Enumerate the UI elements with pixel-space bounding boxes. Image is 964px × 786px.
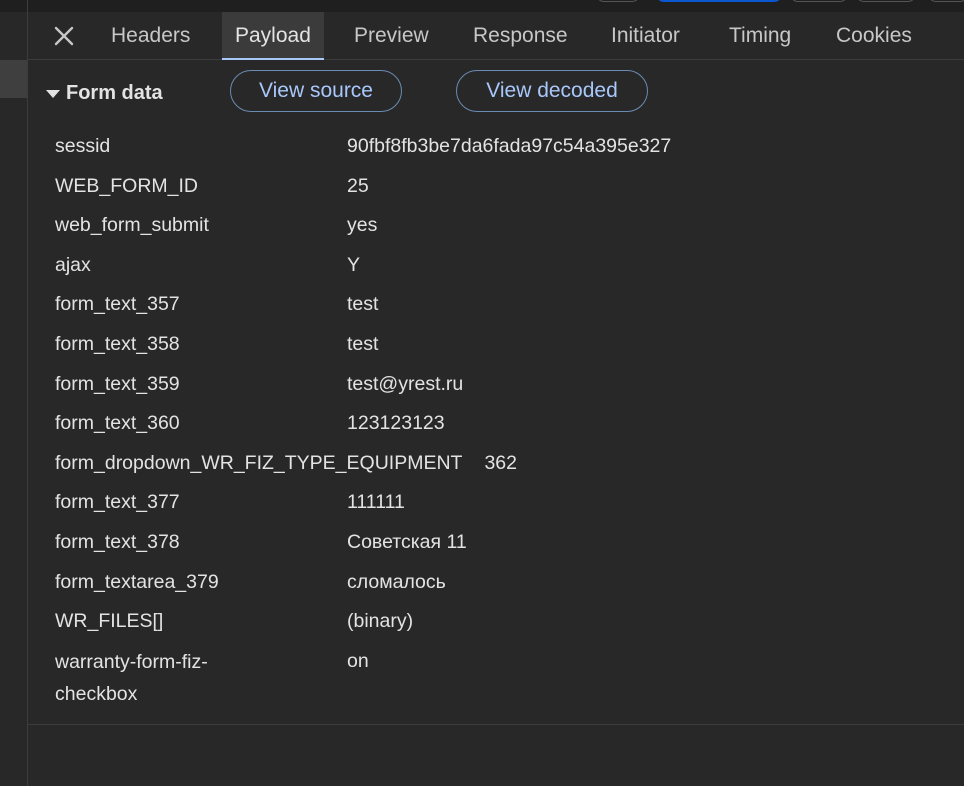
devtools-window: Headers Payload Preview Response Initiat… bbox=[0, 0, 964, 786]
param-key: WR_FILES[] bbox=[55, 610, 164, 633]
tab-preview[interactable]: Preview bbox=[354, 12, 429, 59]
view-decoded-button[interactable]: View decoded bbox=[456, 70, 648, 112]
param-key: ajax bbox=[55, 253, 91, 276]
param-key: WEB_FORM_ID bbox=[55, 174, 199, 197]
param-value: test bbox=[347, 332, 379, 355]
param-key: form_text_357 bbox=[55, 293, 180, 316]
param-key: web_form_submit bbox=[55, 214, 209, 237]
request-list-header bbox=[0, 0, 27, 12]
form-data-row: form_text_378 Советская 11 bbox=[55, 523, 955, 563]
param-key: warranty-form-fiz-checkbox bbox=[55, 650, 208, 705]
tab-headers[interactable]: Headers bbox=[111, 12, 190, 59]
param-key: form_text_377 bbox=[55, 491, 180, 514]
form-data-row: form_text_359 test@yrest.ru bbox=[55, 365, 955, 405]
param-key: form_text_359 bbox=[55, 372, 180, 395]
param-value: test@yrest.ru bbox=[347, 372, 464, 395]
form-data-row: form_text_358 test bbox=[55, 325, 955, 365]
toolbar-button[interactable] bbox=[596, 0, 640, 2]
request-list-strip bbox=[0, 0, 28, 786]
param-key: form_text_378 bbox=[55, 530, 180, 553]
form-data-row: WR_FILES[] (binary) bbox=[55, 602, 955, 642]
tab-timing[interactable]: Timing bbox=[729, 12, 791, 59]
toolbar-button[interactable] bbox=[856, 0, 916, 2]
param-key: form_text_360 bbox=[55, 412, 180, 435]
form-data-row: sessid 90fbf8fb3be7da6fada97c54a395e327 bbox=[55, 127, 955, 167]
view-source-button[interactable]: View source bbox=[230, 70, 402, 112]
form-data-row: ajax Y bbox=[55, 246, 955, 286]
tab-initiator[interactable]: Initiator bbox=[611, 12, 680, 59]
caret-down-icon[interactable] bbox=[46, 90, 60, 98]
param-value: 90fbf8fb3be7da6fada97c54a395e327 bbox=[347, 135, 672, 157]
param-key: form_dropdown_WR_FIZ_TYPE_EQUIPMENT bbox=[55, 451, 463, 474]
form-data-row: warranty-form-fiz-checkbox on bbox=[55, 642, 955, 710]
toolbar-button[interactable] bbox=[928, 0, 964, 2]
section-title: Form data bbox=[66, 81, 163, 104]
form-data-row: form_dropdown_WR_FIZ_TYPE_EQUIPMENT 362 bbox=[55, 444, 955, 484]
param-value: test bbox=[347, 293, 379, 316]
param-value: Y bbox=[347, 253, 361, 276]
param-value: on bbox=[347, 649, 369, 672]
param-value: 123123123 bbox=[347, 412, 445, 435]
param-key: form_textarea_379 bbox=[55, 570, 219, 593]
toolbar-button[interactable] bbox=[790, 0, 848, 2]
param-key: sessid bbox=[55, 135, 111, 157]
form-data-list: sessid 90fbf8fb3be7da6fada97c54a395e327 … bbox=[55, 127, 955, 710]
param-value: (binary) bbox=[347, 610, 414, 633]
close-icon[interactable] bbox=[52, 24, 76, 48]
form-data-section-header[interactable]: Form data bbox=[46, 78, 163, 108]
details-tab-bar: Headers Payload Preview Response Initiat… bbox=[28, 12, 964, 60]
tab-cookies[interactable]: Cookies bbox=[836, 12, 912, 59]
form-data-row: form_text_360 123123123 bbox=[55, 404, 955, 444]
toolbar-primary-button[interactable] bbox=[656, 0, 782, 2]
tab-payload[interactable]: Payload bbox=[222, 12, 324, 60]
section-divider bbox=[28, 724, 964, 725]
browser-chrome-sliver bbox=[0, 0, 964, 12]
param-value: yes bbox=[347, 214, 378, 237]
tab-response[interactable]: Response bbox=[473, 12, 568, 59]
form-data-row: web_form_submit yes bbox=[55, 206, 955, 246]
param-value: Советская 11 bbox=[347, 530, 467, 553]
param-value: 111111 bbox=[347, 491, 405, 514]
form-data-row: form_textarea_379 сломалось bbox=[55, 563, 955, 603]
param-value: 362 bbox=[484, 451, 517, 474]
request-details-panel: Headers Payload Preview Response Initiat… bbox=[28, 12, 964, 786]
selected-request-row[interactable] bbox=[0, 60, 27, 98]
form-data-row: WEB_FORM_ID 25 bbox=[55, 167, 955, 207]
form-data-row: form_text_357 test bbox=[55, 285, 955, 325]
param-value: сломалось bbox=[347, 570, 446, 593]
param-key: form_text_358 bbox=[55, 332, 180, 355]
form-data-row: form_text_377 111111 bbox=[55, 483, 955, 523]
param-value: 25 bbox=[347, 174, 369, 197]
